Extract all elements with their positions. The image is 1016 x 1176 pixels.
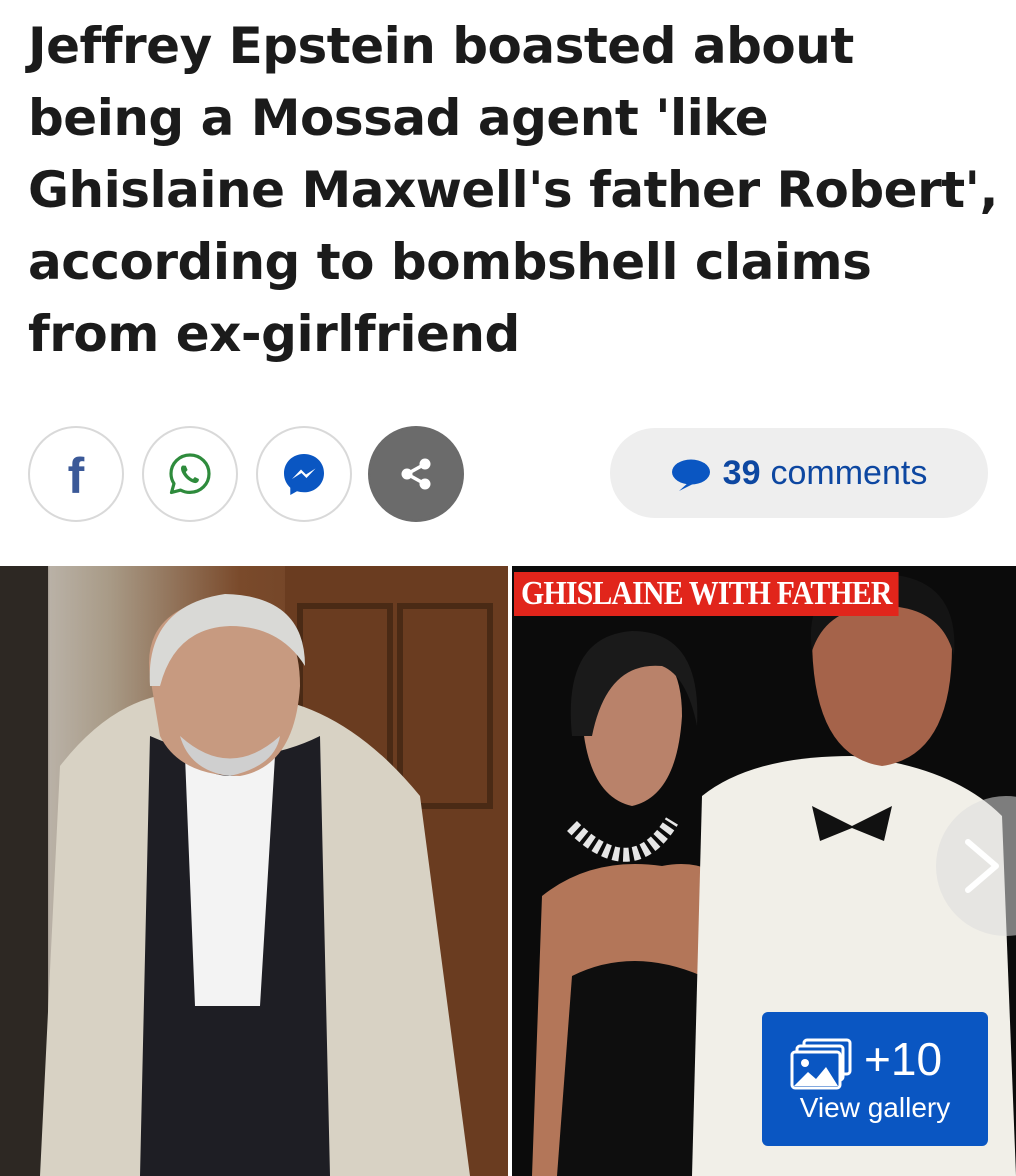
gallery-count: +10	[864, 1033, 943, 1085]
messenger-icon	[284, 454, 324, 495]
comment-bubble-icon	[671, 459, 710, 491]
comments-button[interactable]: 39 comments	[610, 428, 988, 518]
messenger-share-button[interactable]	[256, 426, 352, 522]
share-icon	[401, 458, 431, 490]
chevron-right-icon	[965, 839, 999, 893]
view-gallery-button[interactable]: +10 View gallery	[762, 1012, 988, 1146]
photo-caption: GHISLAINE WITH FATHER	[514, 572, 899, 616]
whatsapp-icon	[169, 453, 211, 495]
facebook-icon: f	[67, 448, 85, 504]
epstein-photo	[0, 566, 508, 1176]
gallery-icon	[790, 1038, 852, 1090]
comments-count: 39	[722, 453, 761, 492]
share-bar: f 39 comments	[28, 426, 988, 522]
article-headline: Jeffrey Epstein boasted about being a Mo…	[28, 17, 998, 363]
whatsapp-share-button[interactable]	[142, 426, 238, 522]
comments-label: comments	[770, 453, 928, 492]
facebook-share-button[interactable]: f	[28, 426, 124, 522]
article-image-gallery[interactable]: GHISLAINE WITH FATHER +10 View gallery	[0, 566, 1016, 1176]
view-gallery-label: View gallery	[799, 1092, 951, 1123]
more-share-button[interactable]	[368, 426, 464, 522]
